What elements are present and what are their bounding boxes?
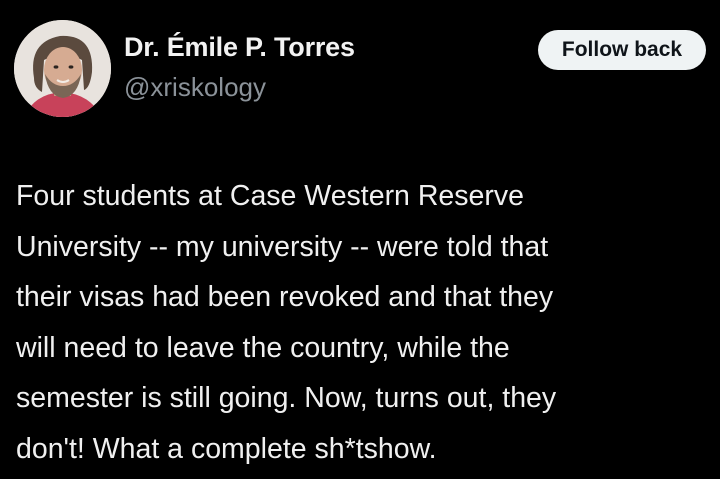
tweet-text-line: Four students at Case Western Reserve: [16, 180, 524, 212]
user-portrait-icon: [14, 20, 111, 117]
tweet-text-line: don't! What a complete sh*tshow.: [16, 432, 437, 465]
tweet-text-line: semester is still going. Now, turns out,…: [16, 382, 557, 414]
author-handle[interactable]: @xriskology: [124, 72, 266, 103]
tweet-text: Four students at Case Western Reserve Un…: [16, 171, 716, 474]
follow-back-button[interactable]: Follow back: [538, 30, 706, 70]
tweet-text-line: will need to leave the country, while th…: [16, 331, 510, 364]
tweet-text-line: University -- my university -- were told…: [16, 230, 549, 263]
author-display-name[interactable]: Dr. Émile P. Torres: [124, 32, 355, 63]
avatar[interactable]: [14, 20, 111, 117]
tweet-card: Dr. Émile P. Torres @xriskology Follow b…: [0, 0, 720, 479]
tweet-text-line: their visas had been revoked and that th…: [16, 281, 554, 313]
